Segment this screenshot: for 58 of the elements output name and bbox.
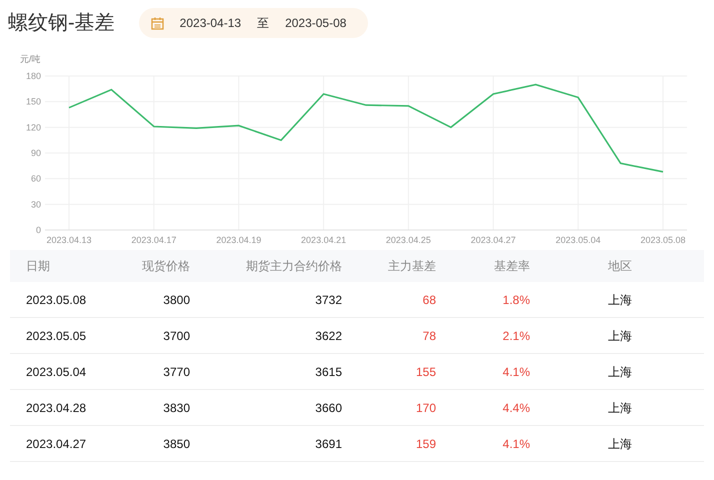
table-cell-text: 上海 <box>607 400 633 416</box>
table-cell-text: 3622 <box>314 328 342 344</box>
column-header: 期货主力合约价格 <box>245 258 342 275</box>
axis-tick-label: 2023.04.13 <box>46 235 92 245</box>
column-header: 地区 <box>607 258 633 275</box>
table-cell-text: 3800 <box>162 292 190 308</box>
axis-tick-label: 90 <box>30 148 41 158</box>
axis-tick-label: 150 <box>26 96 41 107</box>
table-cell-text: 3660 <box>314 400 342 416</box>
range-separator: 至 <box>257 15 270 32</box>
column-header: 现货价格 <box>141 258 190 275</box>
axis-tick-label: 0 <box>36 225 41 235</box>
table-cell-text: 155 <box>414 364 436 380</box>
axis-tick-label: 180 <box>26 71 41 81</box>
table-cell-text: 3615 <box>314 364 342 380</box>
table-cell-text: 2.1% <box>502 328 530 344</box>
axis-tick-label: 2023.05.04 <box>556 235 601 245</box>
table-cell-text: 2023.05.05 <box>25 328 88 344</box>
axis-label: 元/吨 <box>20 54 41 64</box>
calendar-icon <box>150 16 164 30</box>
column-header: 日期 <box>25 258 51 275</box>
table-cell-text: 4.4% <box>502 400 530 416</box>
axis-tick-label: 2023.04.27 <box>470 235 516 245</box>
table-cell-text: 2023.05.04 <box>25 364 88 380</box>
end-date: 2023-05-08 <box>285 15 346 32</box>
table-cell-text: 3830 <box>162 400 190 416</box>
table-cell-text: 上海 <box>607 364 633 380</box>
table-cell-text: 4.1% <box>502 364 530 380</box>
table-cell-text: 3732 <box>314 292 342 308</box>
table-cell-text: 2023.05.08 <box>25 292 88 308</box>
axis-tick-label: 2023.04.17 <box>131 235 176 245</box>
table-cell-text: 上海 <box>607 436 633 452</box>
axis-tick-label: 30 <box>30 199 41 210</box>
table-cell-text: 上海 <box>607 292 633 308</box>
table-cell-text: 3850 <box>162 436 190 452</box>
axis-tick-label: 60 <box>30 174 41 184</box>
axis-tick-label: 2023.04.19 <box>216 235 262 245</box>
table-cell-text: 3691 <box>314 436 342 452</box>
table-cell-text: 159 <box>414 436 436 452</box>
axis-tick-label: 2023.05.08 <box>640 235 686 245</box>
table-cell-text: 2023.04.28 <box>25 400 88 416</box>
table-cell-text: 1.8% <box>502 292 530 308</box>
start-date: 2023-04-13 <box>180 15 242 32</box>
date-range-picker[interactable]: 2023-04-13 至 2023-05-08 <box>138 8 368 38</box>
table-cell-text: 2023.04.27 <box>25 436 88 452</box>
column-header: 基差率 <box>493 258 530 275</box>
axis-tick-label: 2023.04.21 <box>301 235 346 245</box>
column-header: 主力基差 <box>387 258 436 275</box>
axis-tick-label: 120 <box>26 122 41 132</box>
table-cell-text: 4.1% <box>502 436 530 452</box>
table-cell-text: 3770 <box>162 364 190 380</box>
table-cell-text: 170 <box>414 400 436 416</box>
table-cell-text: 68 <box>422 292 436 308</box>
table-cell-text: 3700 <box>162 328 190 344</box>
page-title: 螺纹钢-基差 <box>8 11 115 36</box>
axis-tick-label: 2023.04.25 <box>386 235 431 245</box>
table-cell-text: 上海 <box>607 328 633 344</box>
table-cell-text: 78 <box>422 328 436 344</box>
